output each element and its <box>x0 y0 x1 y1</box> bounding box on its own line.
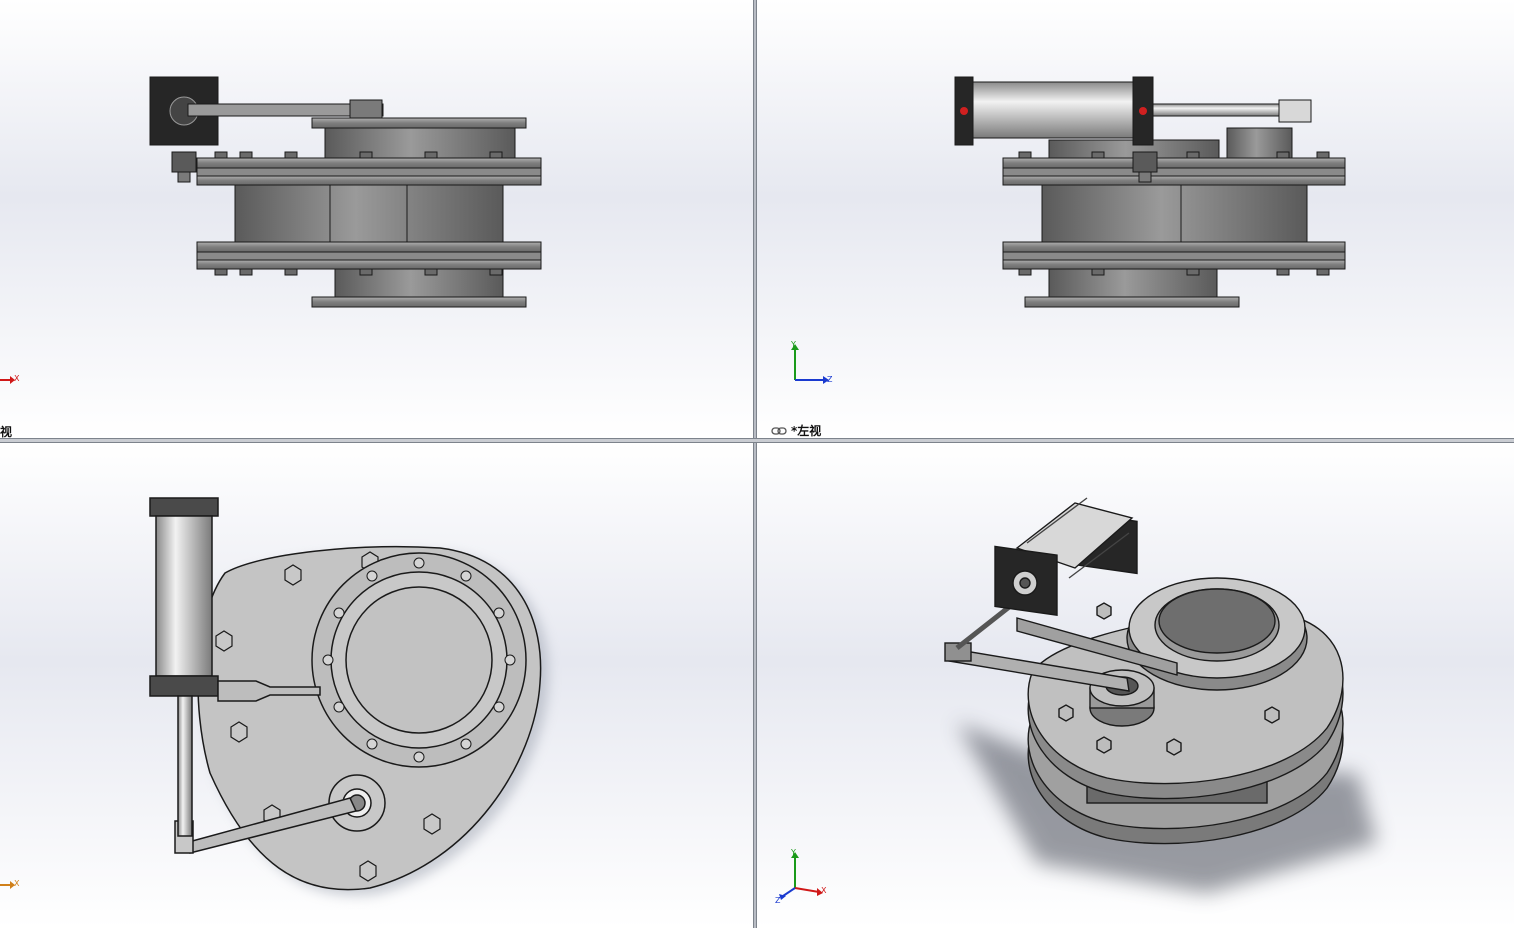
top-view-model <box>149 497 549 896</box>
front-view-model <box>149 76 542 308</box>
axis-y-label: Y <box>791 848 796 857</box>
axis-triad: Y Z <box>787 340 837 390</box>
axis-x-label: X <box>14 879 20 888</box>
axis-triad-icon <box>779 852 823 900</box>
left-view-model <box>954 76 1346 308</box>
axis-triad: X <box>0 372 24 392</box>
axis-z-label: Z <box>827 375 833 384</box>
axis-z-label: Z <box>775 896 781 905</box>
view-name-label: *左视 <box>791 424 822 438</box>
axis-x-label: X <box>14 374 20 383</box>
axis-triad: X <box>0 877 24 897</box>
axis-x-label: X <box>821 886 827 895</box>
view-name-label[interactable]: 视 <box>0 423 12 438</box>
link-icon <box>771 426 787 435</box>
view-title[interactable]: *左视 <box>771 422 821 438</box>
axis-x-arrow-icon <box>0 376 15 384</box>
axis-y-label: Y <box>791 340 796 349</box>
axis-triad: Y X Z <box>775 848 835 908</box>
viewport-top[interactable]: X <box>0 443 753 928</box>
axis-x-arrow-icon <box>0 881 15 889</box>
isometric-view-model <box>944 497 1377 893</box>
viewport-left[interactable]: Y Z *左视 <box>757 0 1514 438</box>
viewport-isometric[interactable]: Y X Z <box>757 443 1514 928</box>
viewport-front[interactable]: X 视 <box>0 0 753 438</box>
